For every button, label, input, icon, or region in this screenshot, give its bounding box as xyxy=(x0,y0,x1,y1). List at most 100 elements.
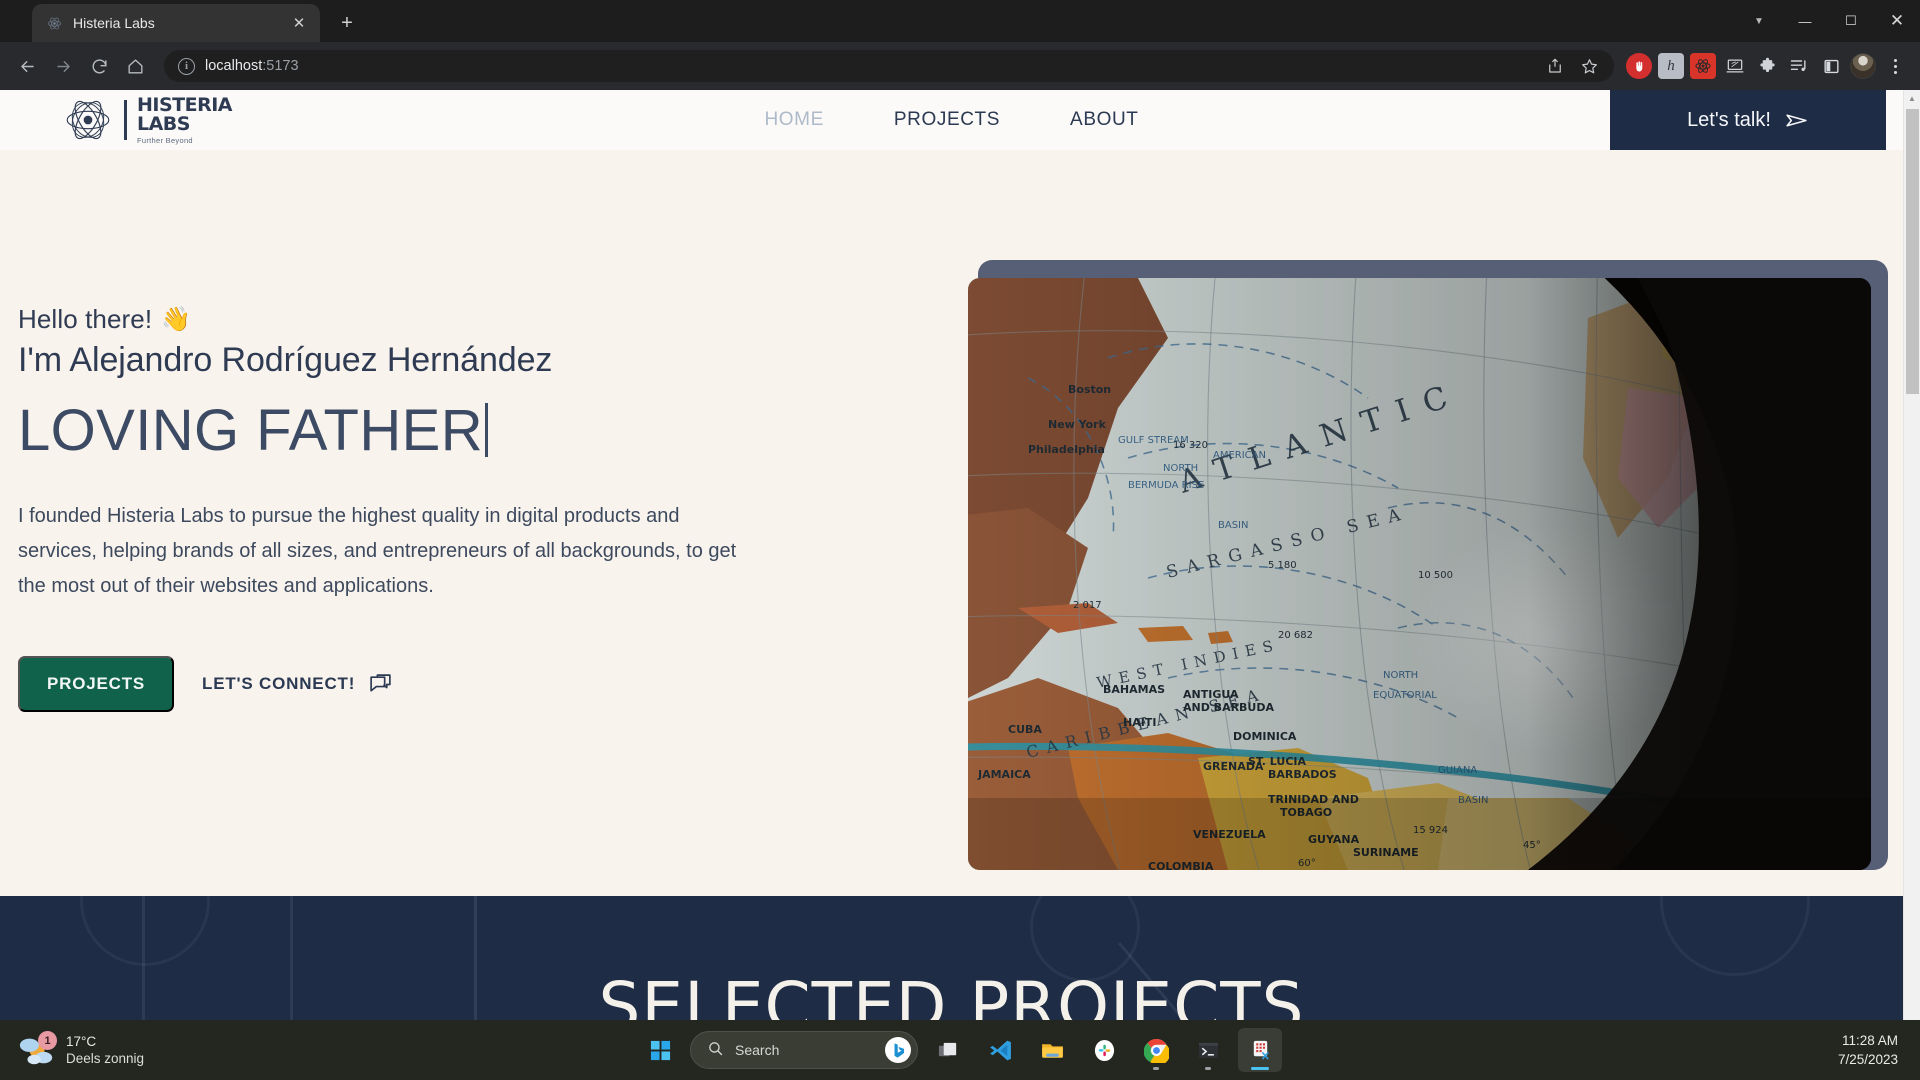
snipping-tool-icon[interactable] xyxy=(1238,1028,1282,1072)
logo-divider xyxy=(124,100,127,140)
nav-item-about[interactable]: ABOUT xyxy=(1070,109,1138,131)
stop-hand-glyph xyxy=(1626,53,1652,79)
new-tab-button[interactable]: + xyxy=(332,8,362,38)
logo-wordmark: HISTERIA LABS Further Beyond xyxy=(137,93,233,145)
hero-blurb: I founded Histeria Labs to pursue the hi… xyxy=(18,505,737,597)
taskbar-clock[interactable]: 11:28 AM 7/25/2023 xyxy=(1838,1031,1898,1069)
react-devtools-icon[interactable] xyxy=(1688,51,1718,81)
playlist-glyph xyxy=(1786,53,1812,79)
lets-connect-label: LET'S CONNECT! xyxy=(202,674,356,693)
weather-widget[interactable]: 1 17°C Deels zonnig xyxy=(18,1031,144,1067)
atom-favicon xyxy=(46,15,63,32)
slack-icon[interactable] xyxy=(1082,1028,1126,1072)
info-circle-icon[interactable]: i xyxy=(178,57,195,75)
window-close-button[interactable]: ✕ xyxy=(1874,0,1920,42)
window-controls: ▼ — ☐ ✕ xyxy=(1736,0,1920,42)
globe-illustration: ATLANTIC SARGASSO SEA WEST INDIES CARIBB… xyxy=(968,278,1871,870)
url-text: localhost:5173 xyxy=(205,58,299,74)
adblock-stop-icon[interactable] xyxy=(1624,51,1654,81)
typing-caret xyxy=(484,403,488,457)
decorative-circle xyxy=(80,896,210,966)
file-explorer-icon[interactable] xyxy=(1030,1028,1074,1072)
browser-toolbar: i localhost:5173 h xyxy=(0,42,1920,90)
hero-image-block: ATLANTIC SARGASSO SEA WEST INDIES CARIBB… xyxy=(968,260,1888,880)
forward-arrow-icon[interactable] xyxy=(46,49,80,83)
lets-talk-button[interactable]: Let's talk! xyxy=(1610,90,1886,150)
page-viewport: HISTERIA LABS Further Beyond HOME PROJEC… xyxy=(0,90,1920,1020)
nav-item-home[interactable]: HOME xyxy=(764,109,823,131)
react-glyph xyxy=(1690,53,1716,79)
logo-line-1: HISTERIA xyxy=(137,93,233,116)
weather-temperature: 17°C xyxy=(66,1034,97,1049)
tab-search-chevron-icon[interactable]: ▼ xyxy=(1736,0,1782,42)
lets-connect-link[interactable]: LET'S CONNECT! xyxy=(202,672,393,697)
search-icon xyxy=(707,1040,724,1060)
site-header: HISTERIA LABS Further Beyond HOME PROJEC… xyxy=(0,90,1903,150)
kebab-menu-icon[interactable] xyxy=(1880,51,1910,81)
hero-role-typewriter: LOVING FATHER xyxy=(18,396,778,464)
bing-chat-icon[interactable] xyxy=(885,1037,911,1063)
hero-greeting: Hello there! 👋 xyxy=(18,304,778,335)
back-arrow-icon[interactable] xyxy=(10,49,44,83)
tab-close-icon[interactable]: ✕ xyxy=(288,12,310,34)
hero-role-text: LOVING FATHER xyxy=(18,398,483,463)
vs-code-icon[interactable] xyxy=(978,1028,1022,1072)
chat-bubble-icon xyxy=(368,672,393,697)
weather-notification-badge: 1 xyxy=(38,1031,57,1050)
star-icon[interactable] xyxy=(1574,51,1604,81)
profile-avatar-image xyxy=(1850,53,1876,79)
running-indicator xyxy=(1205,1067,1211,1070)
logo-line-2: LABS xyxy=(137,112,190,135)
search-placeholder: Search xyxy=(735,1042,780,1058)
share-icon[interactable] xyxy=(1540,51,1570,81)
puzzle-glyph xyxy=(1754,53,1780,79)
laptop-glyph xyxy=(1722,53,1748,79)
hero-copy: Hello there! 👋 I'm Alejandro Rodríguez H… xyxy=(18,304,778,712)
section-title: SELECTED PROJECTS xyxy=(598,968,1305,1020)
maximize-button[interactable]: ☐ xyxy=(1828,0,1874,42)
projects-button[interactable]: PROJECTS xyxy=(18,656,175,712)
home-icon[interactable] xyxy=(118,49,152,83)
hero-cta-row: PROJECTS LET'S CONNECT! xyxy=(18,656,778,712)
scrollbar-thumb[interactable] xyxy=(1906,109,1919,394)
page-scrollbar[interactable]: ▲ xyxy=(1903,90,1920,1020)
weather-partly-sunny-icon: 1 xyxy=(18,1031,57,1067)
browser-tab[interactable]: Histeria Labs ✕ xyxy=(32,4,320,42)
responsive-viewer-icon[interactable] xyxy=(1720,51,1750,81)
minimize-button[interactable]: — xyxy=(1782,0,1828,42)
task-view-icon[interactable] xyxy=(926,1028,970,1072)
windows-taskbar: 1 17°C Deels zonnig Search 11:28 AM 7/25… xyxy=(0,1020,1920,1080)
scroll-up-arrow-icon[interactable]: ▲ xyxy=(1904,90,1920,107)
waving-hand-icon: 👋 xyxy=(161,306,192,333)
screen: Histeria Labs ✕ + ▼ — ☐ ✕ i localhost:51… xyxy=(0,0,1920,1080)
search-input[interactable]: Search xyxy=(690,1031,918,1069)
running-indicator xyxy=(1153,1067,1159,1070)
browser-titlebar: Histeria Labs ✕ + ▼ — ☐ ✕ xyxy=(0,0,1920,42)
reload-icon[interactable] xyxy=(82,49,116,83)
tab-title: Histeria Labs xyxy=(73,15,155,31)
lets-talk-label: Let's talk! xyxy=(1687,108,1771,131)
site-logo[interactable]: HISTERIA LABS Further Beyond xyxy=(62,93,233,146)
side-panel-icon[interactable] xyxy=(1816,51,1846,81)
browser-chrome: Histeria Labs ✕ + ▼ — ☐ ✕ i localhost:51… xyxy=(0,0,1920,90)
hero-greeting-text: Hello there! xyxy=(18,304,153,334)
weather-text: 17°C Deels zonnig xyxy=(66,1033,144,1067)
clock-date: 7/25/2023 xyxy=(1837,1052,1898,1067)
send-paper-plane-icon xyxy=(1784,108,1809,133)
reading-list-icon[interactable] xyxy=(1784,51,1814,81)
selected-projects-section: SELECTED PROJECTS xyxy=(0,896,1903,1020)
taskbar-center-group: Search xyxy=(638,1028,1282,1072)
nav-item-projects[interactable]: PROJECTS xyxy=(894,109,1000,131)
avatar[interactable] xyxy=(1848,51,1878,81)
logo-tagline: Further Beyond xyxy=(137,135,193,145)
hero-name: I'm Alejandro Rodríguez Hernández xyxy=(18,341,553,379)
hypothesis-glyph: h xyxy=(1658,53,1684,79)
windows-start-icon[interactable] xyxy=(638,1028,682,1072)
windows-terminal-icon[interactable] xyxy=(1186,1028,1230,1072)
extensions-puzzle-icon[interactable] xyxy=(1752,51,1782,81)
hero-globe-photo: ATLANTIC SARGASSO SEA WEST INDIES CARIBB… xyxy=(968,278,1871,870)
hypothesis-icon[interactable]: h xyxy=(1656,51,1686,81)
omnibox-actions xyxy=(1540,51,1604,81)
google-chrome-icon[interactable] xyxy=(1134,1028,1178,1072)
address-bar[interactable]: i localhost:5173 xyxy=(164,50,1614,82)
